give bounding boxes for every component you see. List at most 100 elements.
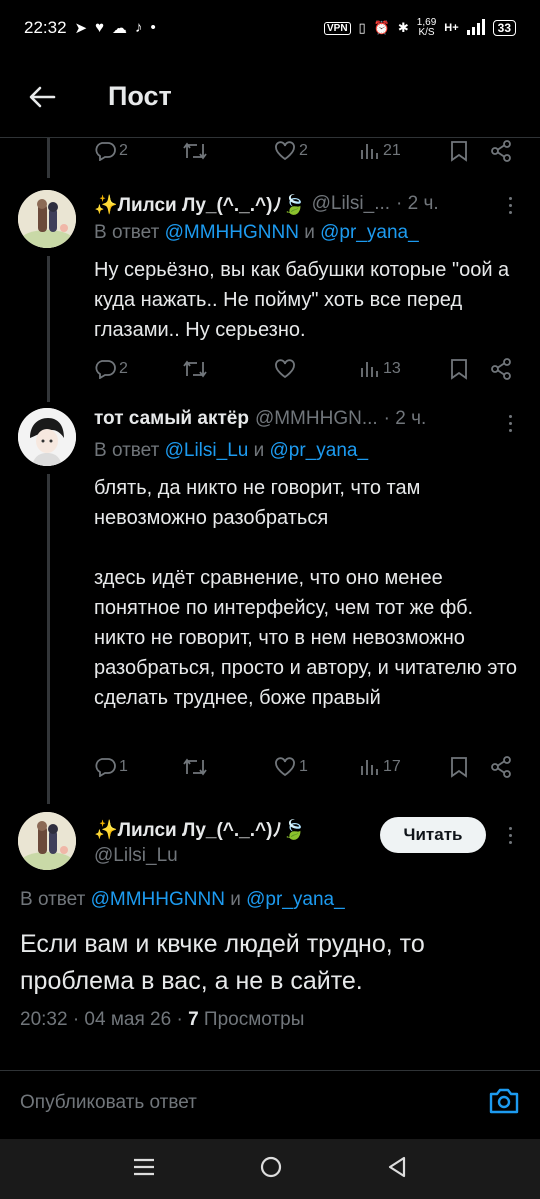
avatar[interactable] xyxy=(18,812,76,870)
post-text: блять, да никто не говорит, что там нево… xyxy=(94,477,518,709)
like-action[interactable] xyxy=(274,359,296,379)
like-action[interactable]: 1 xyxy=(274,757,308,777)
retweet-action[interactable] xyxy=(182,141,208,161)
reply-composer[interactable]: Опубликовать ответ xyxy=(0,1072,540,1134)
nav-back-button[interactable] xyxy=(386,1155,408,1184)
follow-button[interactable]: Читать xyxy=(380,817,486,853)
battery-indicator: 33 xyxy=(492,20,516,36)
thread-line xyxy=(47,256,50,402)
avatar[interactable] xyxy=(18,408,76,466)
network-speed: 1,69 K/S xyxy=(416,17,437,38)
reply-context: В ответ @MMHHGNNN и @pr_yana_ xyxy=(94,222,419,243)
notification-icons: ➤ ♥ ☁ ♪ • xyxy=(75,19,156,37)
main-author-handle-row: @Lilsi_Lu xyxy=(94,845,374,867)
reply-action[interactable]: 2 xyxy=(94,359,128,379)
reply-action[interactable]: 2 xyxy=(94,141,128,161)
more-options-button[interactable] xyxy=(500,193,520,217)
main-post-text: Если вам и квчке людей трудно, то пробле… xyxy=(20,930,425,995)
views-action[interactable]: 21 xyxy=(360,141,401,161)
share-icon xyxy=(491,756,511,778)
back-button[interactable] xyxy=(0,56,84,138)
camera-button[interactable] xyxy=(488,1087,520,1120)
tweet-actions: 2 13 xyxy=(94,354,518,384)
retweet-icon xyxy=(183,142,207,160)
author-row: ✨Лилси Лу_(^._.^)ﾉ🍃 @Lilsi_... · 2 ч. xyxy=(94,190,518,217)
more-icon xyxy=(508,826,512,830)
system-nav-bar xyxy=(0,1139,540,1199)
bookmark-icon xyxy=(451,141,467,162)
more-icon xyxy=(508,414,512,418)
author-handle[interactable]: @Lilsi_Lu xyxy=(94,845,178,867)
reply-icon xyxy=(95,758,116,777)
share-action[interactable] xyxy=(490,358,512,380)
dot-icon: • xyxy=(150,19,156,36)
mention-link[interactable]: @pr_yana_ xyxy=(270,440,369,461)
post-meta: 20:32 · 04 мая 26 · 7 Просмотры xyxy=(20,1009,304,1031)
vibrate-icon: ▯ xyxy=(358,20,366,35)
thread-line xyxy=(47,138,50,178)
thread-line xyxy=(47,474,50,804)
heart-outline-icon xyxy=(275,141,295,161)
cloud-icon: ☁ xyxy=(112,20,128,37)
tiktok-icon: ♪ xyxy=(135,19,143,36)
reply-icon xyxy=(95,142,116,161)
like-action[interactable]: 2 xyxy=(274,141,308,161)
arrow-left-icon xyxy=(29,86,56,107)
reply-input[interactable]: Опубликовать ответ xyxy=(20,1092,197,1114)
more-options-button[interactable] xyxy=(500,411,520,435)
more-icon xyxy=(508,196,512,200)
mention-link[interactable]: @MMHHGNNN xyxy=(91,889,225,910)
network-type: H+ xyxy=(444,22,459,34)
home-button[interactable] xyxy=(259,1155,283,1184)
retweet-action[interactable] xyxy=(182,359,208,379)
share-action[interactable] xyxy=(490,756,512,778)
mention-link[interactable]: @pr_yana_ xyxy=(320,222,419,243)
share-icon xyxy=(491,140,511,162)
alarm-icon: ⏰ xyxy=(373,20,390,35)
triangle-back-icon xyxy=(389,1156,406,1177)
author-handle[interactable]: @MMHHGN... xyxy=(255,408,378,430)
signal-icon xyxy=(466,18,485,38)
recent-apps-button[interactable] xyxy=(132,1157,156,1182)
share-action[interactable] xyxy=(490,140,512,162)
tweet-actions: 1 1 17 xyxy=(94,752,518,782)
views-action[interactable]: 13 xyxy=(360,359,401,379)
retweet-action[interactable] xyxy=(182,757,208,777)
more-options-button[interactable] xyxy=(500,823,520,847)
avatar[interactable] xyxy=(18,190,76,248)
mention-link[interactable]: @Lilsi_Lu xyxy=(165,440,249,461)
views-action[interactable]: 17 xyxy=(360,757,401,777)
heart-outline-icon xyxy=(275,359,295,379)
views-count: 7 xyxy=(188,1009,199,1030)
reply-action[interactable]: 1 xyxy=(94,757,128,777)
author-name[interactable]: тот самый актёр xyxy=(94,408,249,430)
divider xyxy=(0,1070,540,1071)
post-text: Ну серьёзно, вы как бабушки которые "оой… xyxy=(94,259,515,341)
views-icon xyxy=(361,362,378,377)
share-icon xyxy=(491,358,511,380)
status-right: VPN ▯ ⏰ ✱ 1,69 K/S H+ 33 xyxy=(323,17,516,38)
reply-icon xyxy=(95,360,116,379)
telegram-icon: ➤ xyxy=(74,20,88,37)
heart-icon: ♥ xyxy=(95,19,105,36)
author-name[interactable]: ✨Лилси Лу_(^._.^)ﾉ🍃 xyxy=(94,190,306,217)
bookmark-action[interactable] xyxy=(450,140,468,162)
bluetooth-icon: ✱ xyxy=(397,20,409,35)
menu-icon xyxy=(133,1158,154,1175)
views-label: Просмотры xyxy=(203,1009,305,1030)
status-bar: 22:32 ➤ ♥ ☁ ♪ • VPN ▯ ⏰ ✱ 1,69 K/S H+ 33 xyxy=(0,0,540,56)
tweet-actions: 2 2 21 xyxy=(94,136,518,166)
bookmark-icon xyxy=(451,757,467,778)
mention-link[interactable]: @pr_yana_ xyxy=(246,889,345,910)
page-title: Пост xyxy=(108,81,172,111)
camera-icon xyxy=(489,1088,519,1113)
author-name[interactable]: ✨Лилси Лу_(^._.^)ﾉ🍃 xyxy=(94,815,306,842)
post-timestamp: 20:32 · 04 мая 26 · xyxy=(20,1009,183,1030)
views-icon xyxy=(361,144,378,159)
author-handle[interactable]: @Lilsi_... xyxy=(312,193,390,215)
mention-link[interactable]: @MMHHGNNN xyxy=(165,222,299,243)
retweet-icon xyxy=(183,360,207,378)
home-circle-icon xyxy=(260,1156,282,1177)
bookmark-action[interactable] xyxy=(450,358,468,380)
bookmark-action[interactable] xyxy=(450,756,468,778)
